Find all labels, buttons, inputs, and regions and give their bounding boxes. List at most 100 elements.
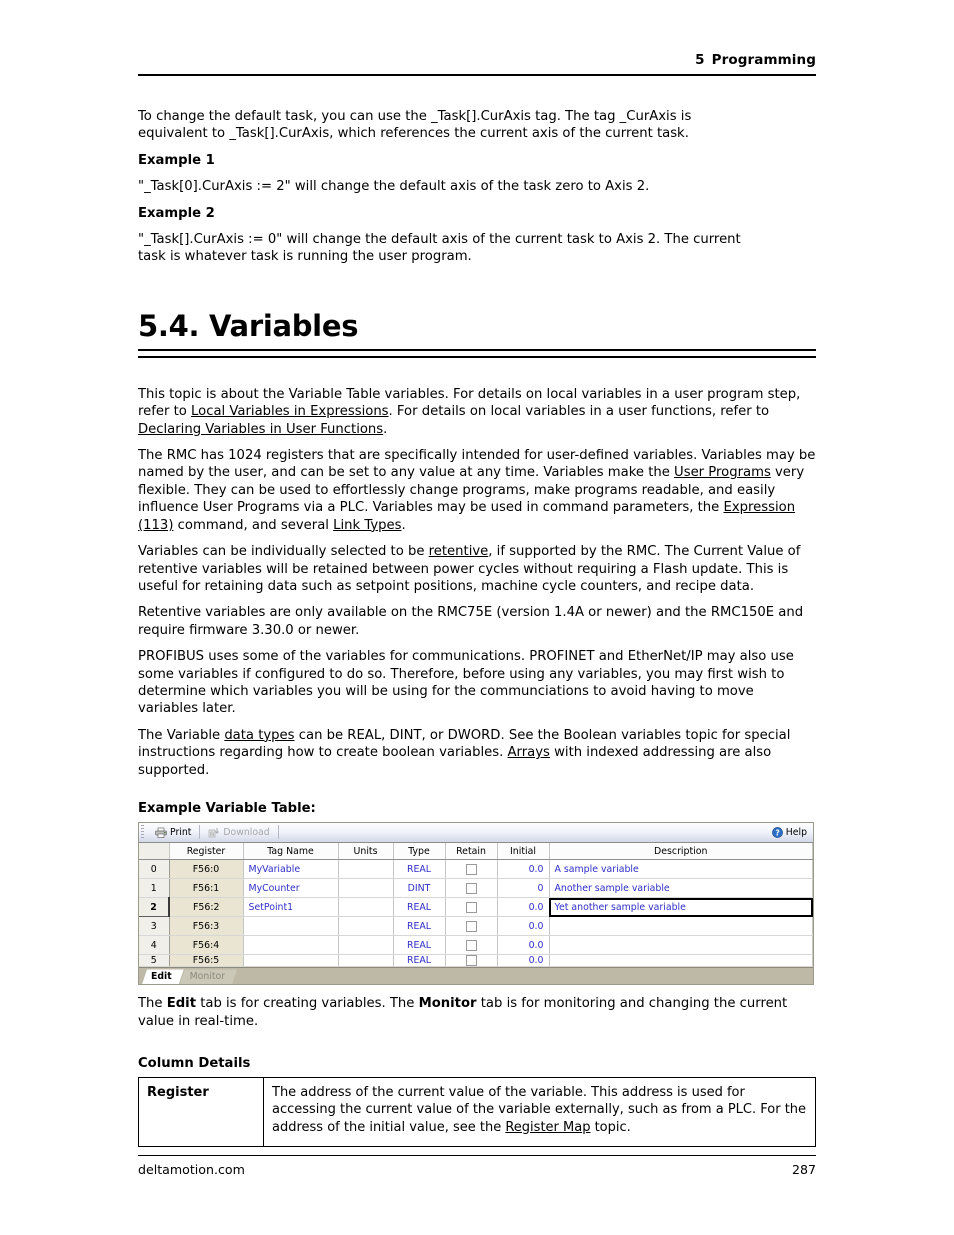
col-header-units[interactable]: Units	[338, 842, 394, 861]
help-label: Help	[785, 826, 807, 838]
cell-description-focused[interactable]: Yet another sample variable	[549, 897, 813, 918]
cell-units[interactable]	[338, 878, 394, 899]
link-register-map[interactable]: Register Map	[505, 1120, 590, 1135]
section-heading-rule	[138, 348, 816, 358]
link-declaring-variables-in-user-functions[interactable]: Declaring Variables in User Functions	[138, 422, 383, 437]
table-row[interactable]: 1 F56:1 MyCounter DINT 0 Another sample …	[139, 878, 813, 899]
example-table-caption: Example Variable Table:	[138, 800, 316, 816]
retain-checkbox[interactable]	[465, 882, 477, 894]
retain-checkbox[interactable]	[465, 939, 477, 951]
cell-type[interactable]: REAL	[393, 935, 446, 956]
cell-register[interactable]: F56:3	[169, 916, 244, 937]
link-data-types[interactable]: data types	[224, 728, 294, 743]
cell-description[interactable]	[549, 916, 813, 937]
cell-register[interactable]: F56:4	[169, 935, 244, 956]
p6-text-a: The Variable	[138, 727, 225, 743]
cell-retain[interactable]	[445, 954, 498, 968]
cell-type[interactable]: REAL	[393, 859, 446, 880]
link-local-variables-in-expressions[interactable]: Local Variables in Expressions	[191, 404, 389, 419]
cell-register[interactable]: F56:2	[169, 897, 244, 918]
col-header-initial[interactable]: Initial	[497, 842, 550, 861]
cell-units[interactable]	[338, 916, 394, 937]
cell-description[interactable]	[549, 935, 813, 956]
intro-paragraph: To change the default task, you can use …	[138, 109, 692, 142]
table-row-clipped[interactable]: 5 F56:5 REAL 0.0	[139, 954, 813, 968]
cell-units[interactable]	[338, 859, 394, 880]
row-header[interactable]: 1	[139, 878, 170, 899]
cell-type[interactable]: REAL	[393, 916, 446, 937]
toolbar-separator-2	[277, 825, 279, 840]
cell-units[interactable]	[338, 935, 394, 956]
cell-register[interactable]: F56:1	[169, 878, 244, 899]
cell-tag-name[interactable]	[243, 935, 339, 956]
retain-checkbox[interactable]	[465, 863, 477, 875]
cell-initial[interactable]: 0.0	[497, 859, 550, 880]
cell-initial[interactable]: 0.0	[497, 916, 550, 937]
cell-description[interactable]	[549, 954, 813, 968]
col-header-register[interactable]: Register	[169, 842, 244, 861]
p3-text-a: Variables can be individually selected t…	[138, 544, 429, 560]
col-header-tag-name[interactable]: Tag Name	[243, 842, 339, 861]
cell-description[interactable]: Another sample variable	[549, 878, 813, 899]
cell-type[interactable]: DINT	[393, 878, 446, 899]
cell-retain[interactable]	[445, 916, 498, 937]
retain-checkbox[interactable]	[465, 920, 477, 932]
page-footer: deltamotion.com 287	[138, 1162, 816, 1177]
link-arrays[interactable]: Arrays	[508, 745, 550, 760]
row-header[interactable]: 2	[139, 897, 170, 918]
row-header[interactable]: 0	[139, 859, 170, 880]
link-user-programs[interactable]: User Programs	[674, 465, 771, 480]
cell-register[interactable]: F56:5	[169, 954, 244, 968]
cell-tag-name[interactable]: MyCounter	[243, 878, 339, 899]
svg-text:?: ?	[775, 828, 779, 837]
after-table-paragraph: The Edit tab is for creating variables. …	[138, 995, 816, 1030]
download-button[interactable]: Download	[202, 824, 275, 841]
table-row[interactable]: 4 F56:4 REAL 0.0	[139, 935, 813, 956]
table-row[interactable]: 3 F56:3 REAL 0.0	[139, 916, 813, 937]
cell-tag-name[interactable]	[243, 916, 339, 937]
cell-initial[interactable]: 0	[497, 878, 550, 899]
variable-grid[interactable]: Register Tag Name Units Type Retain Init…	[139, 842, 813, 968]
row-header[interactable]: 5	[139, 954, 170, 968]
toolbar-grip-handle[interactable]	[141, 825, 144, 840]
col-header-description[interactable]: Description	[549, 842, 813, 861]
tab-monitor[interactable]: Monitor	[180, 969, 237, 984]
cell-tag-name[interactable]	[243, 954, 339, 968]
cell-tag-name[interactable]: SetPoint1	[243, 897, 339, 918]
cell-type[interactable]: REAL	[393, 897, 446, 918]
cell-initial[interactable]: 0.0	[497, 954, 550, 968]
row-header[interactable]: 4	[139, 935, 170, 956]
cell-type[interactable]: REAL	[393, 954, 446, 968]
cell-units[interactable]	[338, 897, 394, 918]
app-tab-strip: Edit Monitor	[139, 967, 813, 985]
link-retentive[interactable]: retentive	[429, 544, 489, 559]
table-row-selected[interactable]: 2 F56:2 SetPoint1 REAL 0.0 Yet another s…	[139, 897, 813, 918]
retain-checkbox[interactable]	[465, 901, 477, 913]
cell-description[interactable]: A sample variable	[549, 859, 813, 880]
footer-site[interactable]: deltamotion.com	[138, 1162, 245, 1177]
col-header-type[interactable]: Type	[393, 842, 446, 861]
section-heading: 5.4. Variables	[138, 308, 359, 343]
cell-retain[interactable]	[445, 859, 498, 880]
cell-retain[interactable]	[445, 878, 498, 899]
footer-page-number: 287	[791, 1162, 816, 1177]
download-label: Download	[223, 826, 270, 838]
cell-units[interactable]	[338, 954, 394, 968]
cell-initial[interactable]: 0.0	[497, 935, 550, 956]
cell-register[interactable]: F56:0	[169, 859, 244, 880]
retain-checkbox[interactable]	[465, 955, 477, 966]
link-link-types[interactable]: Link Types	[333, 518, 401, 533]
grid-corner-cell[interactable]	[139, 842, 170, 861]
table-row[interactable]: 0 F56:0 MyVariable REAL 0.0 A sample var…	[139, 859, 813, 880]
help-button[interactable]: ? Help	[771, 826, 813, 838]
col-header-retain[interactable]: Retain	[445, 842, 498, 861]
cell-retain[interactable]	[445, 935, 498, 956]
cell-initial[interactable]: 0.0	[497, 897, 550, 918]
row-header[interactable]: 3	[139, 916, 170, 937]
print-button[interactable]: Print	[149, 824, 197, 841]
cell-retain[interactable]	[445, 897, 498, 918]
cell-tag-name[interactable]: MyVariable	[243, 859, 339, 880]
cd-text-b: topic.	[590, 1119, 631, 1135]
tab-edit[interactable]: Edit	[142, 969, 184, 984]
page-content: To change the default task, you can use …	[138, 108, 816, 1147]
